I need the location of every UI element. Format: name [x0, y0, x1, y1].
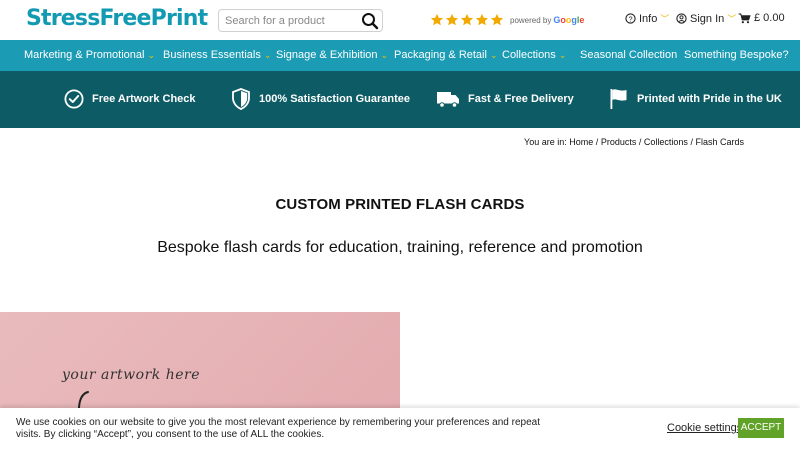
nav-item-seasonal-collection[interactable]: Seasonal Collection: [580, 40, 677, 71]
product-image[interactable]: your artwork here: [0, 312, 400, 412]
breadcrumb-separator: /: [690, 137, 693, 147]
page-subtitle: Bespoke flash cards for education, train…: [157, 239, 643, 256]
breadcrumb-current: Flash Cards: [695, 137, 744, 147]
chevron-down-icon: ⌄: [558, 50, 567, 60]
usp-label: 100% Satisfaction Guarantee: [259, 93, 411, 105]
page-title: CUSTOM PRINTED FLASH CARDS: [275, 196, 525, 213]
usp-fast-free-delivery: Fast & Free Delivery: [436, 84, 574, 114]
search-box: [218, 9, 383, 32]
cookie-message: We use cookies on our website to give yo…: [16, 417, 540, 440]
star-rating: [430, 13, 504, 27]
nav-item-label: Seasonal Collection: [580, 49, 678, 61]
site-header: StressFreePrint powered by Google ? Info…: [0, 0, 800, 40]
chevron-down-icon: ⌄: [380, 50, 389, 60]
breadcrumb-prefix: You are in:: [524, 137, 567, 147]
shield-icon: [232, 88, 250, 110]
star-icon: [430, 13, 444, 26]
info-menu[interactable]: ? Info ﹀: [625, 12, 669, 25]
check-circle-icon: [64, 89, 84, 109]
chevron-down-icon: ⌄: [263, 50, 272, 60]
search-button[interactable]: [360, 11, 380, 31]
chevron-down-icon: ﹀: [660, 14, 670, 24]
usp-artwork-check: Free Artwork Check: [64, 84, 196, 114]
breadcrumb: You are in: Home / Products / Collection…: [524, 137, 744, 147]
sign-in-label: Sign In: [690, 12, 725, 25]
breadcrumb-collections[interactable]: Collections: [644, 137, 688, 147]
nav-item-packaging-retail[interactable]: Packaging & Retail ⌄: [394, 40, 498, 71]
usp-label: Printed with Pride in the UK: [637, 93, 782, 105]
chevron-down-icon: ﹀: [727, 14, 737, 24]
nav-item-label: Collections: [502, 49, 556, 61]
nav-item-label: Marketing & Promotional: [24, 49, 145, 61]
usp-label: Free Artwork Check: [92, 93, 196, 105]
accept-cookies-button[interactable]: ACCEPT: [738, 418, 784, 438]
breadcrumb-products[interactable]: Products: [601, 137, 637, 147]
cart-link[interactable]: £ 0.00: [738, 12, 785, 24]
search-input[interactable]: [225, 13, 355, 29]
artwork-placeholder-text: your artwork here: [62, 367, 200, 383]
nav-item-label: Packaging & Retail: [394, 49, 487, 61]
info-label: Info: [639, 12, 658, 25]
star-icon: [490, 13, 504, 26]
breadcrumb-home[interactable]: Home: [569, 137, 593, 147]
usp-printed-uk: Printed with Pride in the UK: [609, 84, 782, 114]
breadcrumb-separator: /: [638, 137, 642, 147]
main-nav: Marketing & Promotional ⌄ Business Essent…: [0, 40, 800, 71]
nav-item-business-essentials[interactable]: Business Essentials ⌄: [163, 40, 271, 71]
chevron-down-icon: ⌄: [147, 50, 155, 60]
question-circle-icon: ?: [625, 13, 636, 24]
chevron-down-icon: ⌄: [489, 50, 498, 60]
sign-in-menu[interactable]: Sign In ﹀: [676, 12, 736, 25]
nav-item-signage-exhibition[interactable]: Signage & Exhibition ⌄: [276, 40, 388, 71]
cookie-settings-link[interactable]: Cookie settings: [667, 422, 742, 434]
user-circle-icon: [676, 13, 687, 24]
nav-item-marketing-promotional[interactable]: Marketing & Promotional ⌄: [24, 40, 155, 71]
breadcrumb-separator: /: [595, 137, 599, 147]
svg-text:?: ?: [628, 14, 632, 23]
nav-item-collections[interactable]: Collections ⌄: [502, 40, 566, 71]
nav-item-label: Signage & Exhibition: [276, 49, 378, 61]
usp-label: Fast & Free Delivery: [468, 93, 574, 105]
google-rating[interactable]: powered by Google: [430, 11, 584, 29]
cookie-banner: We use cookies on our website to give yo…: [0, 408, 800, 450]
nav-item-something-bespoke[interactable]: Something Bespoke?: [684, 40, 789, 71]
nav-item-label: Something Bespoke?: [684, 49, 789, 61]
star-icon: [445, 13, 459, 26]
star-icon: [460, 13, 474, 26]
search-icon: [362, 13, 379, 30]
site-logo[interactable]: StressFreePrint: [26, 6, 208, 31]
google-label: Google: [553, 15, 585, 25]
nav-item-label: Business Essentials: [163, 49, 261, 61]
cart-icon: [738, 12, 751, 23]
star-icon: [475, 13, 489, 26]
powered-by-label: powered by: [510, 15, 552, 25]
flag-icon: [610, 89, 627, 109]
usp-satisfaction-guarantee: 100% Satisfaction Guarantee: [231, 84, 410, 114]
usp-band: Free Artwork Check 100% Satisfaction Gua…: [0, 71, 800, 128]
truck-icon: [437, 92, 459, 108]
cart-total: £ 0.00: [754, 12, 785, 24]
